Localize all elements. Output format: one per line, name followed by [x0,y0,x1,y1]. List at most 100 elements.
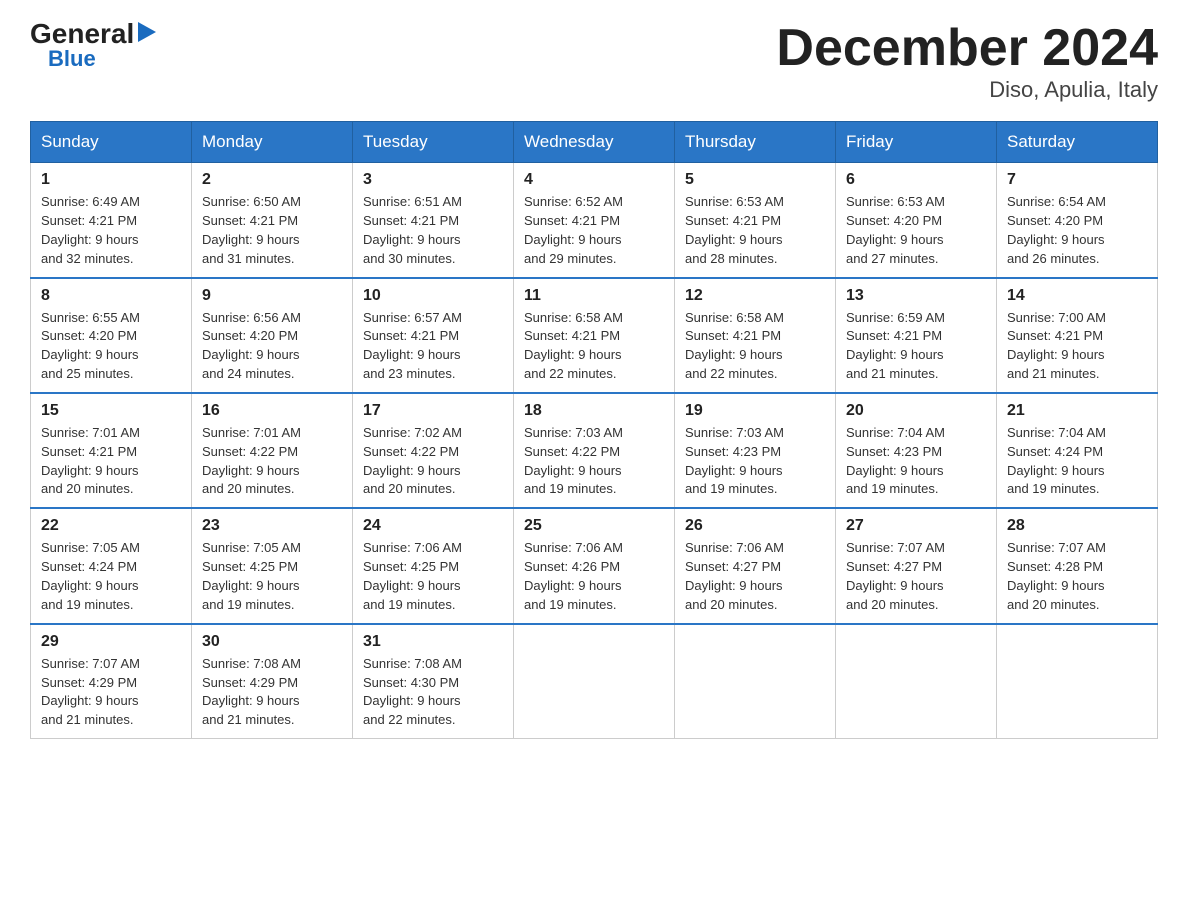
calendar-cell: 5 Sunrise: 6:53 AMSunset: 4:21 PMDaylight… [675,163,836,278]
day-number: 22 [41,517,181,535]
calendar-cell: 26 Sunrise: 7:06 AMSunset: 4:27 PMDayligh… [675,508,836,623]
day-number: 6 [846,171,986,189]
day-number: 16 [202,402,342,420]
calendar-week-row-1: 1Sunrise: 6:49 AMSunset: 4:21 PMDaylight… [31,163,1158,278]
day-info: Sunrise: 7:06 AMSunset: 4:27 PMDaylight:… [685,539,825,614]
day-info: Sunrise: 7:06 AMSunset: 4:25 PMDaylight:… [363,539,503,614]
day-info: Sunrise: 6:53 AMSunset: 4:20 PMDaylight:… [846,193,986,268]
calendar-cell: 25Sunrise: 7:06 AMSunset: 4:26 PMDayligh… [514,508,675,623]
calendar-cell [997,624,1158,739]
day-number: 11 [524,287,664,305]
calendar-cell: 13 Sunrise: 6:59 AMSunset: 4:21 PMDayligh… [836,278,997,393]
calendar-cell: 23 Sunrise: 7:05 AMSunset: 4:25 PMDayligh… [192,508,353,623]
calendar-week-row-5: 29 Sunrise: 7:07 AMSunset: 4:29 PMDayligh… [31,624,1158,739]
day-number: 12 [685,287,825,305]
calendar-cell [836,624,997,739]
day-info: Sunrise: 7:01 AMSunset: 4:22 PMDaylight:… [202,424,342,499]
calendar-cell: 4 Sunrise: 6:52 AMSunset: 4:21 PMDaylight… [514,163,675,278]
calendar-cell: 2Sunrise: 6:50 AMSunset: 4:21 PMDaylight… [192,163,353,278]
day-number: 24 [363,517,503,535]
day-number: 21 [1007,402,1147,420]
day-number: 13 [846,287,986,305]
calendar-cell: 9 Sunrise: 6:56 AMSunset: 4:20 PMDaylight… [192,278,353,393]
calendar-cell: 22 Sunrise: 7:05 AMSunset: 4:24 PMDayligh… [31,508,192,623]
day-number: 20 [846,402,986,420]
day-number: 9 [202,287,342,305]
calendar-cell: 21 Sunrise: 7:04 AMSunset: 4:24 PMDayligh… [997,393,1158,508]
header-friday: Friday [836,122,997,163]
day-number: 10 [363,287,503,305]
calendar-cell: 14 Sunrise: 7:00 AMSunset: 4:21 PMDayligh… [997,278,1158,393]
calendar-cell: 18Sunrise: 7:03 AMSunset: 4:22 PMDayligh… [514,393,675,508]
day-info: Sunrise: 6:55 AMSunset: 4:20 PMDaylight:… [41,309,181,384]
logo-blue-text: Blue [48,48,96,70]
day-info: Sunrise: 6:51 AMSunset: 4:21 PMDaylight:… [363,193,503,268]
day-info: Sunrise: 6:54 AMSunset: 4:20 PMDaylight:… [1007,193,1147,268]
calendar-cell: 8 Sunrise: 6:55 AMSunset: 4:20 PMDaylight… [31,278,192,393]
day-info: Sunrise: 7:05 AMSunset: 4:25 PMDaylight:… [202,539,342,614]
calendar-cell [514,624,675,739]
day-number: 7 [1007,171,1147,189]
day-number: 27 [846,517,986,535]
month-title: December 2024 [776,20,1158,77]
calendar-cell: 3Sunrise: 6:51 AMSunset: 4:21 PMDaylight… [353,163,514,278]
calendar-cell: 10Sunrise: 6:57 AMSunset: 4:21 PMDayligh… [353,278,514,393]
day-number: 8 [41,287,181,305]
day-number: 2 [202,171,342,189]
calendar-table: Sunday Monday Tuesday Wednesday Thursday… [30,121,1158,739]
day-number: 15 [41,402,181,420]
day-info: Sunrise: 6:59 AMSunset: 4:21 PMDaylight:… [846,309,986,384]
day-number: 4 [524,171,664,189]
calendar-header-row: Sunday Monday Tuesday Wednesday Thursday… [31,122,1158,163]
day-number: 26 [685,517,825,535]
logo-general-text: General [30,20,134,48]
header-tuesday: Tuesday [353,122,514,163]
calendar-cell: 15 Sunrise: 7:01 AMSunset: 4:21 PMDayligh… [31,393,192,508]
calendar-cell: 7 Sunrise: 6:54 AMSunset: 4:20 PMDaylight… [997,163,1158,278]
day-info: Sunrise: 7:03 AMSunset: 4:23 PMDaylight:… [685,424,825,499]
day-info: Sunrise: 7:08 AMSunset: 4:29 PMDaylight:… [202,655,342,730]
calendar-cell: 6 Sunrise: 6:53 AMSunset: 4:20 PMDaylight… [836,163,997,278]
calendar-cell: 19Sunrise: 7:03 AMSunset: 4:23 PMDayligh… [675,393,836,508]
day-number: 14 [1007,287,1147,305]
calendar-cell: 24 Sunrise: 7:06 AMSunset: 4:25 PMDayligh… [353,508,514,623]
header-monday: Monday [192,122,353,163]
calendar-cell: 27 Sunrise: 7:07 AMSunset: 4:27 PMDayligh… [836,508,997,623]
calendar-cell: 17 Sunrise: 7:02 AMSunset: 4:22 PMDayligh… [353,393,514,508]
day-number: 30 [202,633,342,651]
calendar-cell: 16 Sunrise: 7:01 AMSunset: 4:22 PMDayligh… [192,393,353,508]
day-info: Sunrise: 7:01 AMSunset: 4:21 PMDaylight:… [41,424,181,499]
day-info: Sunrise: 7:05 AMSunset: 4:24 PMDaylight:… [41,539,181,614]
day-number: 29 [41,633,181,651]
calendar-cell [675,624,836,739]
calendar-week-row-4: 22 Sunrise: 7:05 AMSunset: 4:24 PMDayligh… [31,508,1158,623]
logo: General Blue [30,20,156,70]
day-info: Sunrise: 7:07 AMSunset: 4:28 PMDaylight:… [1007,539,1147,614]
calendar-cell: 30 Sunrise: 7:08 AMSunset: 4:29 PMDayligh… [192,624,353,739]
day-info: Sunrise: 6:52 AMSunset: 4:21 PMDaylight:… [524,193,664,268]
day-number: 17 [363,402,503,420]
logo-triangle-icon [138,22,156,47]
day-number: 18 [524,402,664,420]
day-info: Sunrise: 7:07 AMSunset: 4:27 PMDaylight:… [846,539,986,614]
day-info: Sunrise: 7:04 AMSunset: 4:23 PMDaylight:… [846,424,986,499]
day-number: 5 [685,171,825,189]
header-thursday: Thursday [675,122,836,163]
day-info: Sunrise: 6:58 AMSunset: 4:21 PMDaylight:… [685,309,825,384]
calendar-week-row-3: 15 Sunrise: 7:01 AMSunset: 4:21 PMDayligh… [31,393,1158,508]
day-info: Sunrise: 7:07 AMSunset: 4:29 PMDaylight:… [41,655,181,730]
day-info: Sunrise: 7:04 AMSunset: 4:24 PMDaylight:… [1007,424,1147,499]
day-info: Sunrise: 6:56 AMSunset: 4:20 PMDaylight:… [202,309,342,384]
day-info: Sunrise: 7:02 AMSunset: 4:22 PMDaylight:… [363,424,503,499]
day-number: 25 [524,517,664,535]
calendar-cell: 11 Sunrise: 6:58 AMSunset: 4:21 PMDayligh… [514,278,675,393]
calendar-week-row-2: 8 Sunrise: 6:55 AMSunset: 4:20 PMDaylight… [31,278,1158,393]
calendar-cell: 20 Sunrise: 7:04 AMSunset: 4:23 PMDayligh… [836,393,997,508]
header-saturday: Saturday [997,122,1158,163]
header-wednesday: Wednesday [514,122,675,163]
day-info: Sunrise: 6:53 AMSunset: 4:21 PMDaylight:… [685,193,825,268]
day-info: Sunrise: 7:00 AMSunset: 4:21 PMDaylight:… [1007,309,1147,384]
day-info: Sunrise: 6:58 AMSunset: 4:21 PMDaylight:… [524,309,664,384]
day-info: Sunrise: 7:08 AMSunset: 4:30 PMDaylight:… [363,655,503,730]
day-number: 23 [202,517,342,535]
